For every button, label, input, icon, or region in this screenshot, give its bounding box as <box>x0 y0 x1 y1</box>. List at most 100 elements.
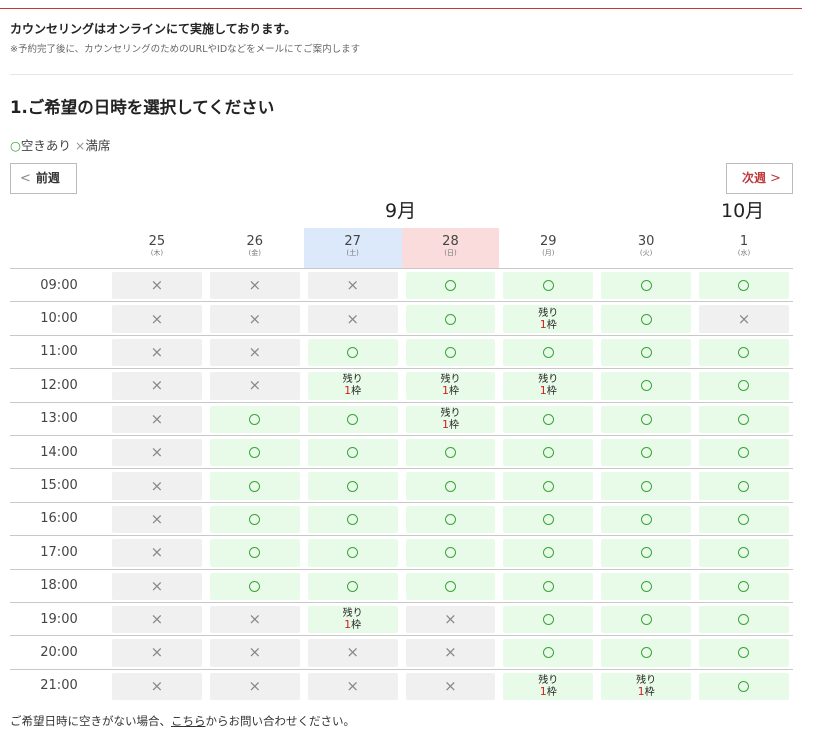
slot-available[interactable] <box>601 305 692 333</box>
next-week-button[interactable]: 次週 > <box>726 163 793 194</box>
slot-available[interactable] <box>307 539 398 567</box>
slot-available[interactable] <box>601 372 692 400</box>
slot-available[interactable] <box>699 505 789 534</box>
slot-available[interactable] <box>699 438 789 467</box>
full-cross-icon: × <box>346 643 359 662</box>
slot-available[interactable] <box>503 505 594 534</box>
available-circle-icon <box>347 413 359 425</box>
time-slot-cell: × <box>401 601 500 635</box>
slot-available[interactable] <box>209 405 300 433</box>
slot-available[interactable] <box>699 472 789 500</box>
time-label: 18:00 <box>10 568 108 602</box>
time-slot-cell <box>499 334 598 368</box>
slot-available[interactable] <box>307 438 398 467</box>
prev-week-button[interactable]: < 前週 <box>10 163 77 194</box>
slot-available[interactable] <box>503 539 594 567</box>
slot-available[interactable] <box>503 605 594 634</box>
slot-available[interactable] <box>699 672 789 701</box>
slot-available[interactable] <box>503 572 594 600</box>
time-slot-cell: 残り 1枠 <box>499 368 598 401</box>
available-circle-icon <box>640 447 652 459</box>
slot-available[interactable] <box>405 272 496 300</box>
slot-available[interactable] <box>405 305 496 333</box>
time-slot-cell <box>597 368 696 401</box>
available-circle-icon <box>542 346 554 358</box>
slot-available[interactable] <box>699 405 789 433</box>
remaining-suffix: 枠 <box>644 686 655 698</box>
available-circle-icon <box>347 547 359 559</box>
full-cross-icon: × <box>150 276 164 295</box>
slot-available[interactable] <box>209 572 300 600</box>
slot-remaining[interactable]: 残り 1枠 <box>405 405 496 433</box>
slot-available[interactable] <box>601 605 692 634</box>
remaining-number: 1 <box>539 684 547 698</box>
slot-available[interactable] <box>503 338 594 367</box>
slot-available[interactable] <box>209 505 300 534</box>
slot-available[interactable] <box>699 539 789 567</box>
slot-available[interactable] <box>307 505 398 534</box>
slot-available[interactable] <box>601 272 692 300</box>
slot-available[interactable] <box>307 405 398 433</box>
slot-available[interactable] <box>307 338 398 367</box>
contact-link[interactable]: こちら <box>171 714 206 728</box>
slot-available[interactable] <box>699 372 789 400</box>
slot-available[interactable] <box>503 438 594 467</box>
time-slot-cell <box>695 635 793 668</box>
slot-available[interactable] <box>601 639 692 667</box>
remaining-count: 残り 1枠 <box>538 675 558 698</box>
slot-available[interactable] <box>503 472 594 500</box>
slot-available[interactable] <box>699 338 789 367</box>
slot-available[interactable] <box>601 405 692 433</box>
time-slot-cell: 残り 1枠 <box>597 668 696 702</box>
slot-available[interactable] <box>601 572 692 600</box>
time-slot-cell <box>401 535 500 568</box>
slot-available[interactable] <box>405 338 496 367</box>
slot-available[interactable] <box>601 338 692 367</box>
slot-available[interactable] <box>699 572 789 600</box>
slot-remaining[interactable]: 残り 1枠 <box>503 372 594 400</box>
slot-remaining[interactable]: 残り 1枠 <box>601 672 692 701</box>
remaining-count: 残り 1枠 <box>343 608 363 631</box>
slot-remaining[interactable]: 残り 1枠 <box>503 672 594 701</box>
slot-available[interactable] <box>405 539 496 567</box>
time-slot-cell <box>695 268 793 301</box>
available-circle-icon <box>542 480 554 492</box>
slot-available[interactable] <box>503 639 594 667</box>
slot-available[interactable] <box>699 639 789 667</box>
time-slot-cell: 残り 1枠 <box>303 601 402 635</box>
full-cross-icon: × <box>150 443 164 462</box>
slot-available[interactable] <box>307 572 398 600</box>
slot-available[interactable] <box>405 472 496 500</box>
time-slot-cell <box>303 568 402 602</box>
slot-available[interactable] <box>601 505 692 534</box>
available-circle-icon <box>249 480 261 492</box>
slot-available[interactable] <box>307 472 398 500</box>
slot-available[interactable] <box>503 405 594 433</box>
day-header: 27 (土) <box>303 228 402 268</box>
time-slot-cell <box>303 535 402 568</box>
slot-available[interactable] <box>503 272 594 300</box>
time-slot-cell: 残り 1枠 <box>499 668 598 702</box>
slot-remaining[interactable]: 残り 1枠 <box>405 372 496 400</box>
divider <box>10 74 793 75</box>
slot-available[interactable] <box>209 472 300 500</box>
available-circle-icon <box>738 413 750 425</box>
slot-full: × <box>112 639 202 667</box>
slot-available[interactable] <box>405 505 496 534</box>
slot-available[interactable] <box>699 605 789 634</box>
slot-available[interactable] <box>209 438 300 467</box>
slot-available[interactable] <box>209 539 300 567</box>
slot-remaining[interactable]: 残り 1枠 <box>307 372 398 400</box>
time-slot-cell <box>499 268 598 301</box>
slot-full: × <box>112 372 202 400</box>
slot-available[interactable] <box>601 539 692 567</box>
slot-remaining[interactable]: 残り 1枠 <box>307 605 398 634</box>
slot-available[interactable] <box>405 572 496 600</box>
slot-available[interactable] <box>405 438 496 467</box>
slot-remaining[interactable]: 残り 1枠 <box>503 305 594 333</box>
full-cross-icon: × <box>444 610 457 629</box>
slot-full: × <box>209 672 300 701</box>
slot-available[interactable] <box>601 438 692 467</box>
slot-available[interactable] <box>699 272 789 300</box>
slot-available[interactable] <box>601 472 692 500</box>
